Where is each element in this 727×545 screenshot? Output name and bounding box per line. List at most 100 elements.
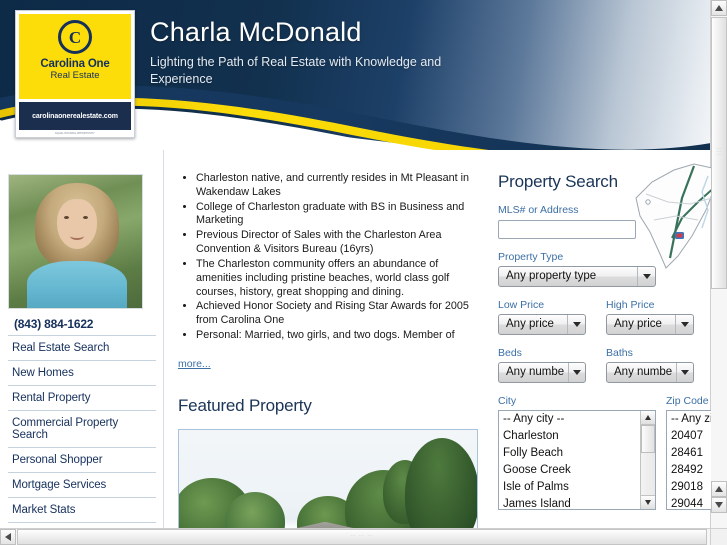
beds-baths-row: Beds Any number Baths Any number	[498, 347, 710, 383]
browser-viewport: Charla McDonald Lighting the Path of Rea…	[0, 0, 711, 529]
list-item[interactable]: Isle of Palms	[499, 479, 655, 496]
featured-property-image[interactable]	[178, 428, 478, 529]
property-search-panel: Property Search MLS# or Address Property…	[498, 163, 711, 510]
baths-field: Baths Any number	[606, 347, 702, 383]
zip-listbox[interactable]: -- Any zip 20407 28461 28492 29018 29044	[666, 409, 711, 510]
tree	[405, 437, 477, 529]
low-price-select[interactable]: Any price	[498, 313, 586, 335]
list-item[interactable]: James Island	[499, 496, 655, 508]
property-type-value: Any property type	[506, 270, 597, 282]
header-title-block: Charla McDonald Lighting the Path of Rea…	[150, 17, 570, 87]
chevron-down-icon	[676, 362, 693, 382]
baths-value: Any number	[614, 366, 673, 378]
agent-phone: (843) 884-1622	[14, 317, 94, 331]
logo-fine-print: EQUAL HOUSING OPPORTUNITY	[55, 131, 95, 135]
agent-name: Charla McDonald	[150, 17, 362, 47]
sidebar-nav: Real Estate Search New Homes Rental Prop…	[8, 335, 156, 529]
list-item[interactable]: Charleston	[499, 428, 655, 445]
scroll-down-button[interactable]	[711, 497, 727, 513]
logo-brand-name: Carolina One	[40, 58, 110, 70]
list-item[interactable]: Folly Beach	[499, 445, 655, 462]
mls-field: MLS# or Address	[498, 204, 710, 239]
list-item[interactable]: 29018	[667, 479, 711, 496]
bio-bullet: Charleston native, and currently resides…	[196, 172, 478, 200]
vertical-scrollbar-thumb[interactable]: ⋯ ⋯ ⋯	[711, 17, 727, 289]
more-link[interactable]: more...	[178, 358, 211, 370]
scroll-up-button-secondary[interactable]	[711, 481, 727, 497]
photo-face	[57, 199, 97, 249]
baths-label: Baths	[606, 346, 633, 359]
scrollbar-thumb[interactable]	[641, 424, 655, 453]
property-type-label: Property Type	[498, 250, 564, 263]
scrollbar-grip: ⋯ ⋯ ⋯	[716, 146, 722, 159]
bio-bullet: Achieved Honor Society and Rising Star A…	[196, 300, 478, 328]
sidebar-item-new-homes[interactable]: New Homes	[8, 360, 156, 385]
chevron-down-icon	[568, 362, 585, 382]
sidebar-item-rental-property[interactable]: Rental Property	[8, 385, 156, 410]
page-body: (843) 884-1622 Real Estate Search New Ho…	[0, 150, 711, 529]
city-label: City	[498, 394, 517, 407]
low-price-label: Low Price	[498, 298, 545, 311]
property-type-select[interactable]: Any property type	[498, 265, 656, 287]
list-item[interactable]: -- Any zip	[667, 411, 711, 428]
mls-label: MLS# or Address	[498, 204, 579, 216]
zip-field: Zip Code -- Any zip 20407 28461 28492 29…	[666, 395, 711, 510]
zip-label: Zip Code	[666, 394, 709, 407]
list-item[interactable]: Goose Creek	[499, 462, 655, 479]
city-field: City -- Any city -- Charleston Folly Bea…	[498, 395, 656, 510]
photo-smile	[70, 232, 84, 240]
list-item[interactable]: 20407	[667, 428, 711, 445]
agent-tagline: Lighting the Path of Real Estate with Kn…	[150, 54, 442, 86]
bio-bullet: College of Charleston graduate with BS i…	[196, 201, 478, 229]
price-row: Low Price Any price High Price Any price	[498, 299, 710, 335]
scroll-up-icon[interactable]	[641, 410, 655, 425]
sidebar-item-mortgage-services[interactable]: Mortgage Services	[8, 472, 156, 497]
sidebar-item-real-estate-search[interactable]: Real Estate Search	[8, 335, 156, 360]
logo-brand-sub: Real Estate	[50, 70, 100, 81]
scroll-down-icon[interactable]	[641, 494, 655, 509]
scroll-up-button[interactable]	[711, 0, 727, 16]
horizontal-scrollbar-thumb[interactable]: ⋯ ⋯ ⋯	[17, 529, 707, 545]
high-price-value: Any price	[614, 318, 662, 330]
sidebar-item-commercial-property-search[interactable]: Commercial Property Search	[8, 410, 156, 447]
chevron-down-icon	[675, 314, 693, 334]
chevron-down-icon	[567, 314, 585, 334]
property-search-title: Property Search	[498, 172, 618, 191]
scroll-left-button[interactable]	[0, 529, 16, 545]
high-price-select[interactable]: Any price	[606, 313, 694, 335]
copyright-c-icon: C	[58, 20, 92, 54]
beds-select[interactable]: Any number	[498, 361, 586, 383]
horizontal-scrollbar[interactable]: ⋯ ⋯ ⋯	[0, 528, 727, 545]
city-listbox-scrollbar[interactable]	[640, 410, 655, 509]
city-listbox[interactable]: -- Any city -- Charleston Folly Beach Go…	[498, 409, 656, 510]
mls-input[interactable]	[498, 219, 636, 239]
city-zip-row: City -- Any city -- Charleston Folly Bea…	[498, 395, 711, 510]
logo-yellow-panel: C Carolina One Real Estate	[19, 14, 131, 99]
photo-shirt	[27, 261, 127, 308]
baths-select[interactable]: Any number	[606, 361, 694, 383]
scrollbar-corner	[710, 528, 727, 545]
left-sidebar: (843) 884-1622 Real Estate Search New Ho…	[8, 174, 156, 529]
high-price-label: High Price	[606, 298, 655, 311]
beds-label: Beds	[498, 346, 522, 359]
bio-bullet: The Charleston community offers an abund…	[196, 258, 478, 299]
sidebar-divider	[163, 150, 164, 529]
high-price-field: High Price Any price	[606, 299, 702, 335]
photo-eye-right	[83, 216, 88, 219]
list-item[interactable]: -- Any city --	[499, 411, 655, 428]
site-header: Charla McDonald Lighting the Path of Rea…	[0, 0, 711, 150]
list-item[interactable]: 29044	[667, 496, 711, 508]
property-type-field: Property Type Any property type	[498, 251, 710, 287]
photo-eye-left	[64, 216, 69, 219]
list-item[interactable]: 28492	[667, 462, 711, 479]
web-page: Charla McDonald Lighting the Path of Rea…	[0, 0, 711, 529]
list-item[interactable]: 28461	[667, 445, 711, 462]
carolina-one-logo[interactable]: C Carolina One Real Estate carolinaonere…	[15, 10, 135, 138]
sidebar-item-market-stats[interactable]: Market Stats	[8, 497, 156, 522]
low-price-value: Any price	[506, 318, 554, 330]
sidebar-item-personal-shopper[interactable]: Personal Shopper	[8, 447, 156, 472]
bio-list: Charleston native, and currently resides…	[178, 172, 478, 343]
logo-website: carolinaonerealestate.com	[19, 102, 131, 130]
bio-bullet: Previous Director of Sales with the Char…	[196, 229, 478, 257]
vertical-scrollbar[interactable]: ⋯ ⋯ ⋯	[710, 0, 727, 529]
